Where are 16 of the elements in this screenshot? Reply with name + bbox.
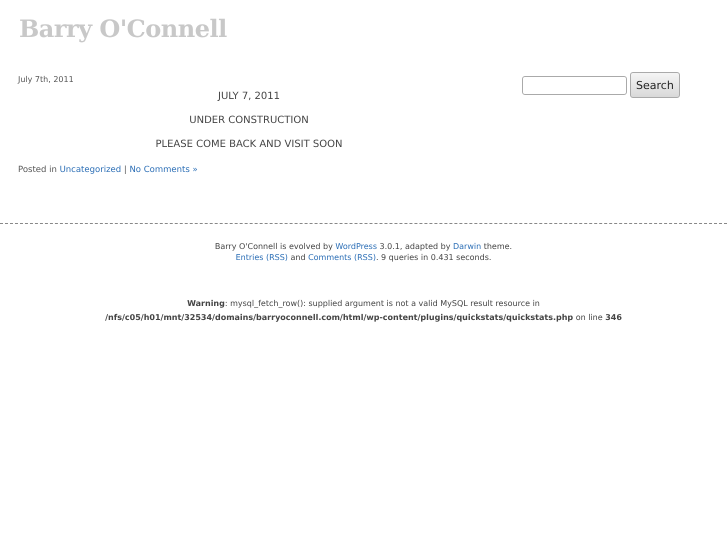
post-text: JULY 7, 2011 [218,90,280,104]
footer-link[interactable]: Comments (RSS) [308,253,376,262]
post-text: PLEASE COME BACK AND VISIT SOON [156,138,342,152]
footer-text: Entries (RSS) and Comments (RSS). 9 queries in 0.431 seconds. [236,253,492,262]
search-button[interactable]: Search [630,72,680,98]
post-text: UNDER CONSTRUCTION [189,114,309,128]
post-link[interactable]: No Comments » [129,165,198,175]
post-meta: Posted in Uncategorized | No Comments » [18,165,198,175]
footer-link[interactable]: Entries (RSS) [236,253,288,262]
footer-text: Barry O'Connell is evolved by WordPress 3.0.1, adapted by Darwin theme. [214,242,512,251]
footer-link[interactable]: WordPress [335,242,377,251]
search-field[interactable] [522,76,627,94]
footer-link[interactable]: Darwin [452,242,482,251]
post-link[interactable]: Uncategorized [60,165,122,175]
warning-message: Warning: mysql_fetch_row(): supplied argument is not a valid MySQL result resource in /nfs/c05/h01/mnt/32534/domains/barryoconnell.com/html/wp-content/plugins/quickstats/quickstats.php on line 346 [104,298,623,324]
post-date: July 7th, 2011 [18,75,74,84]
